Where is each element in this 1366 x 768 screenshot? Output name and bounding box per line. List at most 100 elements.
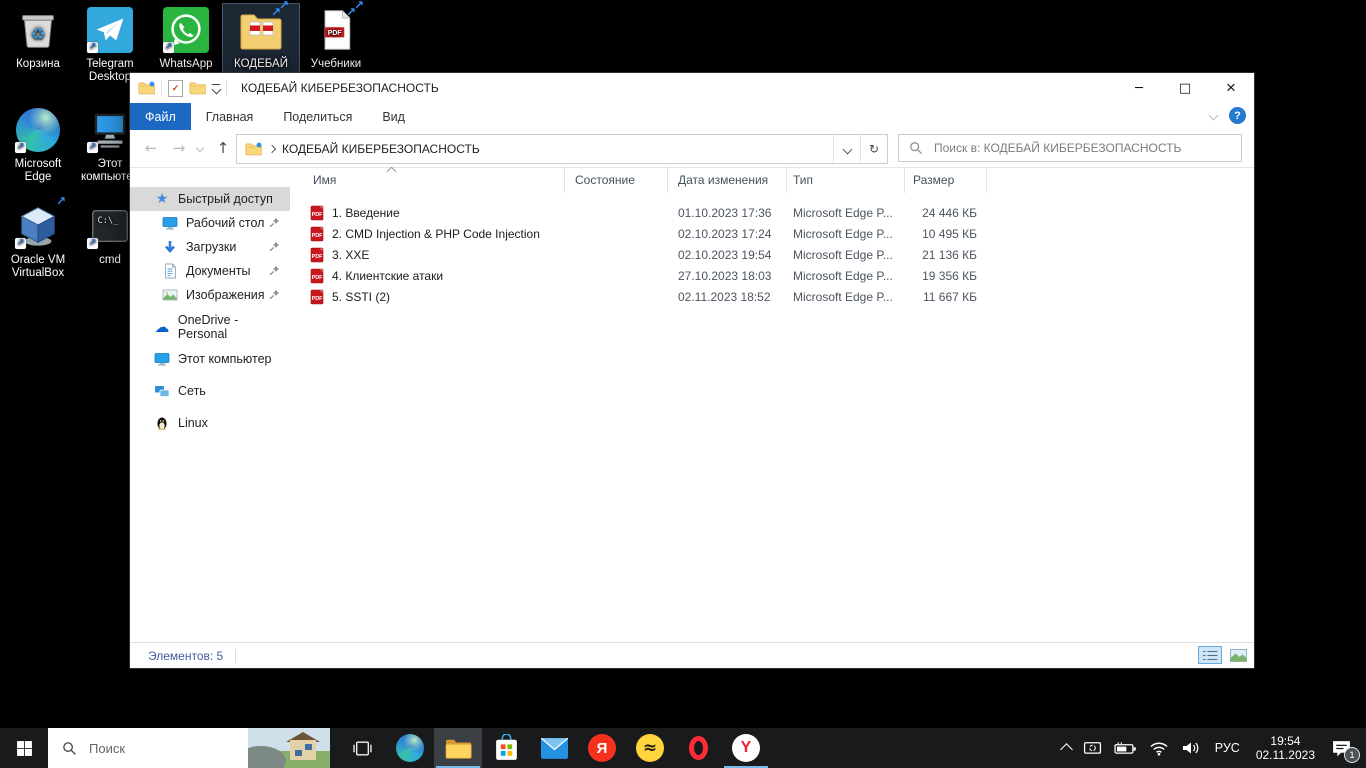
refresh-button[interactable]: ↻ <box>860 135 887 163</box>
column-header-status[interactable]: Состояние <box>565 167 668 193</box>
sidebar-item-documents[interactable]: Документы <box>130 259 290 283</box>
toolbar-separator <box>226 81 227 95</box>
clock[interactable]: 19:54 02.11.2023 <box>1248 734 1323 762</box>
taskbar-opera[interactable] <box>674 728 722 768</box>
task-view-button[interactable] <box>338 728 386 768</box>
sidebar-item-pictures[interactable]: Изображения <box>130 283 290 307</box>
cast-device-icon[interactable] <box>1077 728 1108 768</box>
window-title: КОДЕБАЙ КИБЕРБЕЗОПАСНОСТЬ <box>241 81 439 95</box>
file-name-cell: 4. Клиентские атаки <box>300 268 565 284</box>
volume-icon[interactable] <box>1175 728 1207 768</box>
file-list: Имя Состояние Дата изменения Тип Размер … <box>290 167 1254 643</box>
taskbar-yandex[interactable]: Я <box>578 728 626 768</box>
file-row[interactable]: 3. XXE 02.10.2023 19:54 Microsoft Edge P… <box>300 244 1254 265</box>
search-icon <box>909 141 923 155</box>
sidebar-item-network[interactable]: Сеть <box>130 379 290 403</box>
desktop-icon-label: КОДЕБАЙ <box>223 58 299 71</box>
column-header-modified[interactable]: Дата изменения <box>668 167 787 193</box>
desktop-icon-kodebay[interactable]: ↗ ↗ КОДЕБАЙ <box>223 4 299 73</box>
back-button[interactable]: ← <box>138 135 164 161</box>
sidebar-item-this-pc[interactable]: Этот компьютер <box>130 347 290 371</box>
sidebar-item-quick-access[interactable]: ★ Быстрый доступ <box>130 187 290 211</box>
pin-icon[interactable] <box>269 265 280 276</box>
minimize-button[interactable]: ─ <box>1116 73 1162 103</box>
desktop-icon-virtualbox[interactable]: ↗ ↗ Oracle VM VirtualBox <box>0 200 76 282</box>
action-center-button[interactable]: 1 <box>1323 728 1366 768</box>
maximize-button[interactable]: □ <box>1162 73 1208 103</box>
search-highlight-image[interactable] <box>248 728 330 768</box>
address-dropdown-icon[interactable] <box>833 135 860 163</box>
pin-icon[interactable] <box>269 289 280 300</box>
sync-arrow-icon: ↗ <box>271 7 281 17</box>
taskbar-yandex-browser[interactable]: Y <box>722 728 770 768</box>
taskbar-store[interactable] <box>482 728 530 768</box>
taskbar-search[interactable] <box>48 728 330 768</box>
column-header-size[interactable]: Размер <box>905 167 987 193</box>
sidebar-item-downloads[interactable]: Загрузки <box>130 235 290 259</box>
forward-button[interactable]: → <box>166 135 192 161</box>
file-size-cell: 11 667 КБ <box>905 290 987 304</box>
details-view-button[interactable] <box>1198 646 1222 664</box>
sidebar-item-onedrive[interactable]: ☁ OneDrive - Personal <box>130 315 290 339</box>
recent-locations-icon[interactable] <box>192 135 208 161</box>
taskbar: Я ≈ Y РУС 19:54 02.11.2023 1 <box>0 728 1366 768</box>
desktop-icon-edge[interactable]: ↗ Microsoft Edge <box>0 104 76 186</box>
column-headers: Имя Состояние Дата изменения Тип Размер <box>300 167 1254 193</box>
column-header-name[interactable]: Имя <box>300 167 565 193</box>
file-size-cell: 10 495 КБ <box>905 227 987 241</box>
chevron-right-icon[interactable] <box>268 145 276 153</box>
desktop-icon-uchebniki[interactable]: PDF ↗ ↗ Учебники <box>298 4 374 73</box>
up-button[interactable]: ↑ <box>210 135 236 161</box>
file-type-cell: Microsoft Edge P... <box>787 206 905 220</box>
thumbnails-view-button[interactable] <box>1226 646 1250 664</box>
file-row[interactable]: 4. Клиентские атаки 27.10.2023 18:03 Mic… <box>300 265 1254 286</box>
recycle-bin-icon: ♻ <box>14 6 62 54</box>
search-input[interactable] <box>932 140 1241 156</box>
sort-ascending-icon <box>387 167 397 176</box>
file-name-cell: 2. CMD Injection & PHP Code Injection <box>300 226 565 242</box>
taskbar-yandex-music[interactable]: ≈ <box>626 728 674 768</box>
sidebar-item-desktop[interactable]: Рабочий стол <box>130 211 290 235</box>
shortcut-arrow-icon: ↗ <box>87 142 98 153</box>
pdf-band-label: PDF <box>328 30 342 37</box>
wifi-icon[interactable] <box>1143 728 1175 768</box>
taskbar-edge[interactable] <box>386 728 434 768</box>
file-modified-cell: 02.10.2023 17:24 <box>668 227 787 241</box>
desktop-icon-label: Microsoft Edge <box>0 158 76 184</box>
tab-file[interactable]: Файл <box>130 103 191 130</box>
hidden-icons-chevron[interactable] <box>1056 728 1077 768</box>
customize-toolbar-icon[interactable] <box>212 84 220 93</box>
tab-share[interactable]: Поделиться <box>268 103 367 130</box>
file-row[interactable]: 1. Введение 01.10.2023 17:36 Microsoft E… <box>300 202 1254 223</box>
breadcrumb[interactable]: КОДЕБАЙ КИБЕРБЕЗОПАСНОСТЬ <box>237 142 833 156</box>
desktop-icon-recycle-bin[interactable]: ♻ Корзина <box>0 4 76 73</box>
new-folder-icon[interactable] <box>138 81 155 95</box>
desktop: { "icons": { "pdf_label": "PDF", "recycl… <box>0 0 1366 768</box>
taskbar-explorer[interactable] <box>434 728 482 768</box>
cloud-icon: ☁ <box>154 319 170 335</box>
tab-home[interactable]: Главная <box>191 103 269 130</box>
pin-icon[interactable] <box>269 217 280 228</box>
file-row[interactable]: 5. SSTI (2) 02.11.2023 18:52 Microsoft E… <box>300 286 1254 307</box>
breadcrumb-path[interactable]: КОДЕБАЙ КИБЕРБЕЗОПАСНОСТЬ <box>282 142 480 156</box>
properties-icon[interactable]: ✓ <box>168 80 183 97</box>
help-button[interactable]: ? <box>1229 107 1246 124</box>
taskbar-mail[interactable] <box>530 728 578 768</box>
uchebniki-pdf-icon: PDF ↗ ↗ <box>312 6 360 54</box>
tab-view[interactable]: Вид <box>367 103 420 130</box>
expand-ribbon-icon[interactable] <box>1209 111 1219 121</box>
language-indicator[interactable]: РУС <box>1207 741 1248 755</box>
folder-up-icon[interactable] <box>189 81 206 95</box>
start-button[interactable] <box>0 728 48 768</box>
desktop-icon-whatsapp[interactable]: ↗ WhatsApp <box>148 4 224 73</box>
file-row[interactable]: 2. CMD Injection & PHP Code Injection 02… <box>300 223 1254 244</box>
desktop-icon-label: WhatsApp <box>148 58 224 71</box>
pin-icon[interactable] <box>269 241 280 252</box>
close-button[interactable]: × <box>1208 73 1254 103</box>
title-bar[interactable]: ✓ КОДЕБАЙ КИБЕРБЕЗОПАСНОСТЬ ─ □ × <box>130 73 1254 103</box>
address-bar[interactable]: КОДЕБАЙ КИБЕРБЕЗОПАСНОСТЬ ↻ <box>236 134 888 164</box>
search-box[interactable] <box>898 134 1242 162</box>
sidebar-item-linux[interactable]: Linux <box>130 411 290 435</box>
battery-icon[interactable] <box>1108 728 1143 768</box>
column-header-type[interactable]: Тип <box>787 167 905 193</box>
